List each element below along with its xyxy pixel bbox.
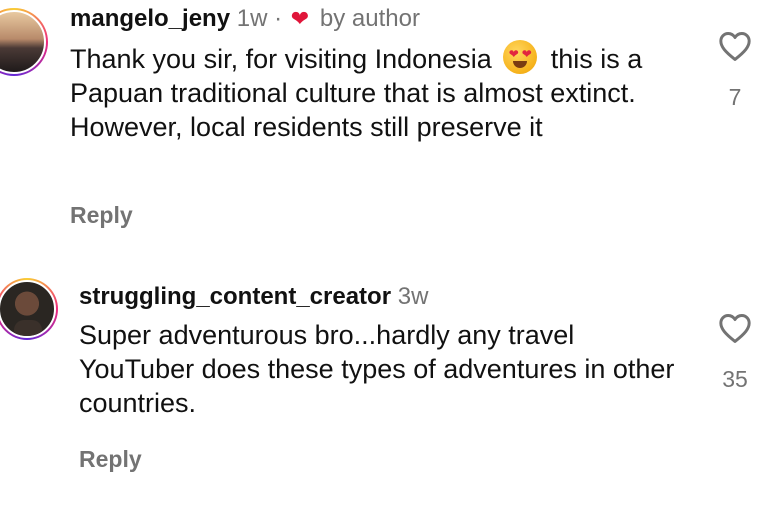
avatar[interactable] bbox=[0, 8, 48, 76]
like-count: 7 bbox=[728, 84, 742, 110]
comment-text: Super adventurous bro...hardly any trave… bbox=[79, 320, 675, 418]
separator: · bbox=[274, 5, 283, 32]
username[interactable]: mangelo_jeny bbox=[70, 5, 230, 32]
username[interactable]: struggling_content_creator bbox=[79, 283, 391, 310]
comment-item: mangelo_jeny 1w · ❤ by author Thank you … bbox=[0, 0, 770, 250]
heart-outline-icon[interactable] bbox=[700, 312, 770, 344]
heart-outline-icon[interactable] bbox=[700, 30, 770, 62]
heart-eyes-emoji-icon: ❤ ❤ bbox=[503, 40, 538, 74]
liked-by-author-label: by author bbox=[319, 5, 420, 32]
reply-button[interactable]: Reply bbox=[70, 202, 133, 229]
like-count: 35 bbox=[722, 366, 748, 392]
comment-text-part: Thank you sir, for visiting Indonesia bbox=[70, 44, 492, 74]
reply-button[interactable]: Reply bbox=[79, 446, 142, 473]
avatar[interactable] bbox=[0, 278, 58, 340]
comment-text: Thank you sir, for visiting Indonesia ❤ ❤… bbox=[70, 40, 690, 144]
comment-time: 1w bbox=[236, 5, 268, 32]
comment-header: mangelo_jeny 1w · ❤ by author bbox=[70, 4, 420, 34]
author-heart-icon: ❤ bbox=[290, 6, 310, 31]
like-control: 35 bbox=[700, 312, 770, 393]
like-control: 7 bbox=[700, 30, 770, 111]
comment-header: struggling_content_creator 3w bbox=[79, 282, 428, 312]
comment-time: 3w bbox=[397, 283, 429, 310]
comment-item: struggling_content_creator 3w Super adve… bbox=[0, 270, 770, 500]
